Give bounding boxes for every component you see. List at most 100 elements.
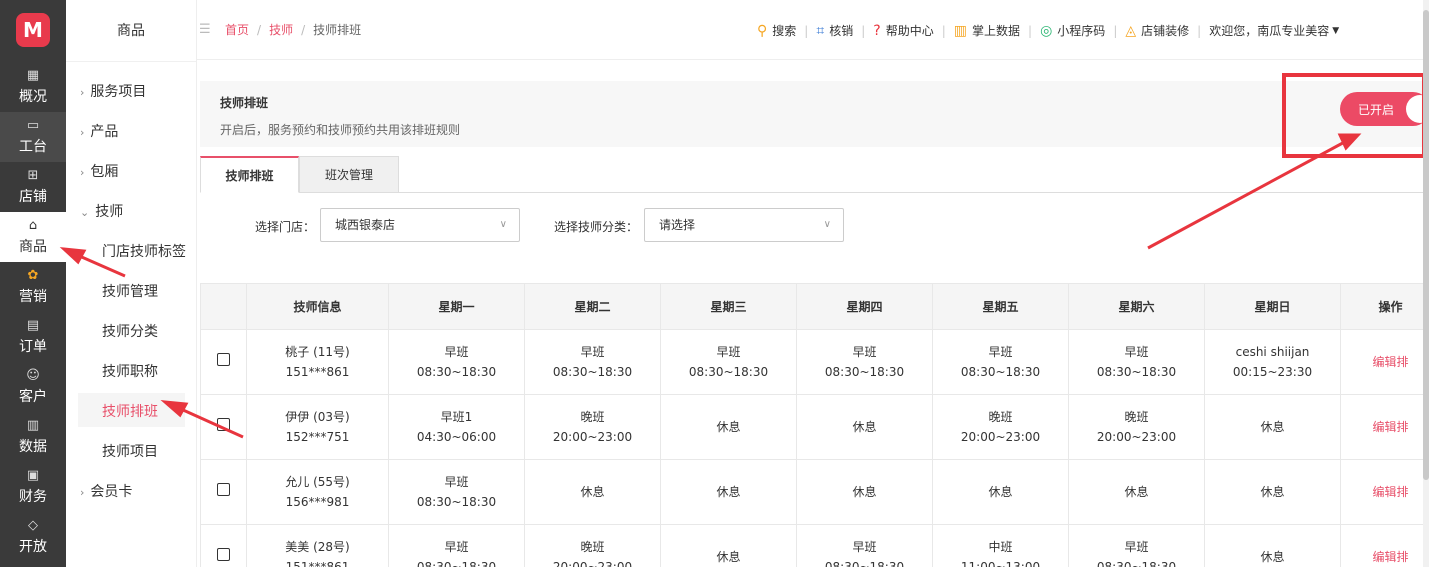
bag-icon: ⌂ [28, 217, 38, 233]
submenu-tech-schedule[interactable]: 技师排班 [102, 401, 158, 421]
submenu-member-card[interactable]: › 会员卡 [80, 481, 132, 501]
shift-cell: 休息 [796, 459, 933, 525]
shift-name: ceshi shiijan [1235, 345, 1310, 359]
nav-open[interactable]: ◇ 开放 [0, 512, 66, 562]
breadcrumb-parent[interactable]: 技师 [269, 23, 293, 37]
verify-tool[interactable]: ⌗ 核销 | [816, 22, 873, 39]
shift-name: 中班 [988, 540, 1013, 554]
table-row: 伊伊 (03号) 152***751 早班1 04:30~06:00 晚班 20:00… [200, 394, 1426, 460]
tab-shift-management[interactable]: 班次管理 [299, 156, 399, 193]
nav-data[interactable]: ▥ 数据 [0, 412, 66, 462]
schedule-table-wrap: 技师信息 星期一 星期二 星期三 星期四 星期五 星期六 星期日 操作 桃子 (… [200, 283, 1426, 567]
shift-name: 早班 [444, 475, 469, 489]
nav-store[interactable]: ⊞ 店铺 [0, 162, 66, 212]
miniapp-tool[interactable]: ◎ 小程序码 | [1040, 22, 1125, 39]
header-tools: ⚲ 搜索 | ⌗ 核销 | ? 帮助中心 | ▥ 掌上数据 | ◎ 小程序码 | ◬ 店铺装修 | 欢迎… [757, 22, 1339, 39]
nav-label: 财务 [19, 488, 47, 505]
shift-cell: 早班 08:30~18:30 [932, 329, 1069, 395]
col-fri: 星期五 [932, 283, 1069, 330]
row-checkbox[interactable] [217, 483, 230, 496]
edit-schedule-link[interactable]: 编辑排 [1372, 420, 1408, 434]
col-select [200, 283, 247, 330]
shift-cell: 休息 [524, 459, 661, 525]
decorate-tool[interactable]: ◬ 店铺装修 | [1125, 22, 1209, 39]
shift-name: 休息 [716, 550, 741, 564]
col-sun: 星期日 [1204, 283, 1341, 330]
chevron-down-icon: ⌄ [80, 206, 90, 219]
user-icon: ☺ [26, 367, 40, 383]
store-icon: ⊞ [27, 167, 39, 183]
row-checkbox[interactable] [217, 548, 230, 561]
notice-desc: 开启后，服务预约和技师预约共用该排班规则 [220, 123, 461, 137]
submenu-product[interactable]: › 产品 [80, 121, 118, 141]
nav-overview[interactable]: ▦ 概况 [0, 62, 66, 112]
shift-cell: 休息 [1068, 459, 1205, 525]
divider: | [861, 23, 866, 38]
submenu-tech-tags[interactable]: 门店技师标签 [102, 241, 186, 261]
tab-tech-schedule[interactable]: 技师排班 [200, 156, 299, 193]
shift-name: 早班 [444, 540, 469, 554]
shift-cell: 早班 08:30~18:30 [1068, 524, 1205, 567]
breadcrumb-home[interactable]: 首页 [225, 23, 249, 37]
shift-time: 08:30~18:30 [1096, 365, 1177, 379]
search-tool[interactable]: ⚲ 搜索 | [757, 22, 816, 39]
shift-time: 20:00~23:00 [552, 560, 633, 567]
shift-time: 00:15~23:30 [1232, 365, 1313, 379]
row-checkbox[interactable] [217, 353, 230, 366]
shift-time: 20:00~23:00 [960, 430, 1041, 444]
row-checkbox-cell [200, 459, 247, 525]
chevron-right-icon: › [80, 86, 85, 99]
wallet-icon: ▣ [26, 467, 40, 483]
scrollbar-thumb[interactable] [1423, 10, 1429, 480]
submenu-tech-category[interactable]: 技师分类 [102, 321, 158, 341]
data-tool[interactable]: ▥ 掌上数据 | [954, 22, 1040, 39]
divider: | [804, 23, 809, 38]
edit-schedule-link[interactable]: 编辑排 [1372, 485, 1408, 499]
divider: | [941, 23, 946, 38]
nav-marketing[interactable]: ✿ 营销 [0, 262, 66, 312]
submenu-tech-projects[interactable]: 技师项目 [102, 441, 158, 461]
chart-icon: ▥ [26, 417, 40, 433]
tool-label: 帮助中心 [885, 24, 934, 38]
edit-schedule-link[interactable]: 编辑排 [1372, 550, 1408, 564]
monitor-icon: ▦ [26, 67, 40, 83]
page-scrollbar[interactable] [1423, 0, 1429, 567]
edit-schedule-link[interactable]: 编辑排 [1372, 355, 1408, 369]
desktop-icon: ▭ [26, 117, 40, 133]
brand-logo[interactable]: M [0, 0, 66, 60]
submenu-tech-title[interactable]: 技师职称 [102, 361, 158, 381]
shift-cell: 休息 [1204, 524, 1341, 567]
nav-goods[interactable]: ⌂ 商品 [0, 212, 66, 262]
submenu-label: 产品 [90, 124, 119, 140]
nav-workbench[interactable]: ▭ 工台 [0, 112, 66, 162]
notice-title: 技师排班 [220, 96, 269, 110]
row-checkbox-cell [200, 329, 247, 395]
menu-toggle-icon[interactable]: ☰ [199, 22, 211, 37]
row-checkbox[interactable] [217, 418, 230, 431]
submenu-technician[interactable]: ⌄ 技师 [80, 201, 123, 221]
tool-label: 店铺装修 [1141, 24, 1190, 38]
shift-name: 晚班 [580, 410, 605, 424]
table-row: 允儿 (55号) 156***981 早班 08:30~18:30 休息 休息 休息… [200, 459, 1426, 525]
nav-orders[interactable]: ▤ 订单 [0, 312, 66, 362]
store-select[interactable]: 城西银泰店 ∨ [320, 208, 520, 242]
shift-name: 休息 [580, 485, 605, 499]
category-select[interactable]: 请选择 ∨ [644, 208, 844, 242]
submenu-service[interactable]: › 服务项目 [80, 81, 146, 101]
user-menu[interactable]: 欢迎您，南瓜专业美容 ▼ [1209, 22, 1339, 39]
shift-name: 早班 [444, 345, 469, 359]
submenu-tech-manage[interactable]: 技师管理 [102, 281, 158, 301]
nav-finance[interactable]: ▣ 财务 [0, 462, 66, 512]
submenu-room[interactable]: › 包厢 [80, 161, 118, 181]
chevron-right-icon: › [80, 126, 85, 139]
tech-info-cell: 允儿 (55号) 156***981 [246, 459, 389, 525]
nav-customers[interactable]: ☺ 客户 [0, 362, 66, 412]
order-icon: ▤ [26, 317, 40, 333]
help-tool[interactable]: ? 帮助中心 | [873, 22, 954, 39]
chevron-down-icon: ∨ [823, 219, 831, 230]
shift-name: 早班1 [440, 410, 473, 424]
shift-name: 早班 [1124, 540, 1149, 554]
shift-name: 晚班 [1124, 410, 1149, 424]
shift-cell: 晚班 20:00~23:00 [932, 394, 1069, 460]
top-bar: ☰ 首页 / 技师 / 技师排班 ⚲ 搜索 | ⌗ 核销 | ? 帮助中心 | ▥ 掌上数据 | ◎ 小程… [197, 0, 1429, 60]
